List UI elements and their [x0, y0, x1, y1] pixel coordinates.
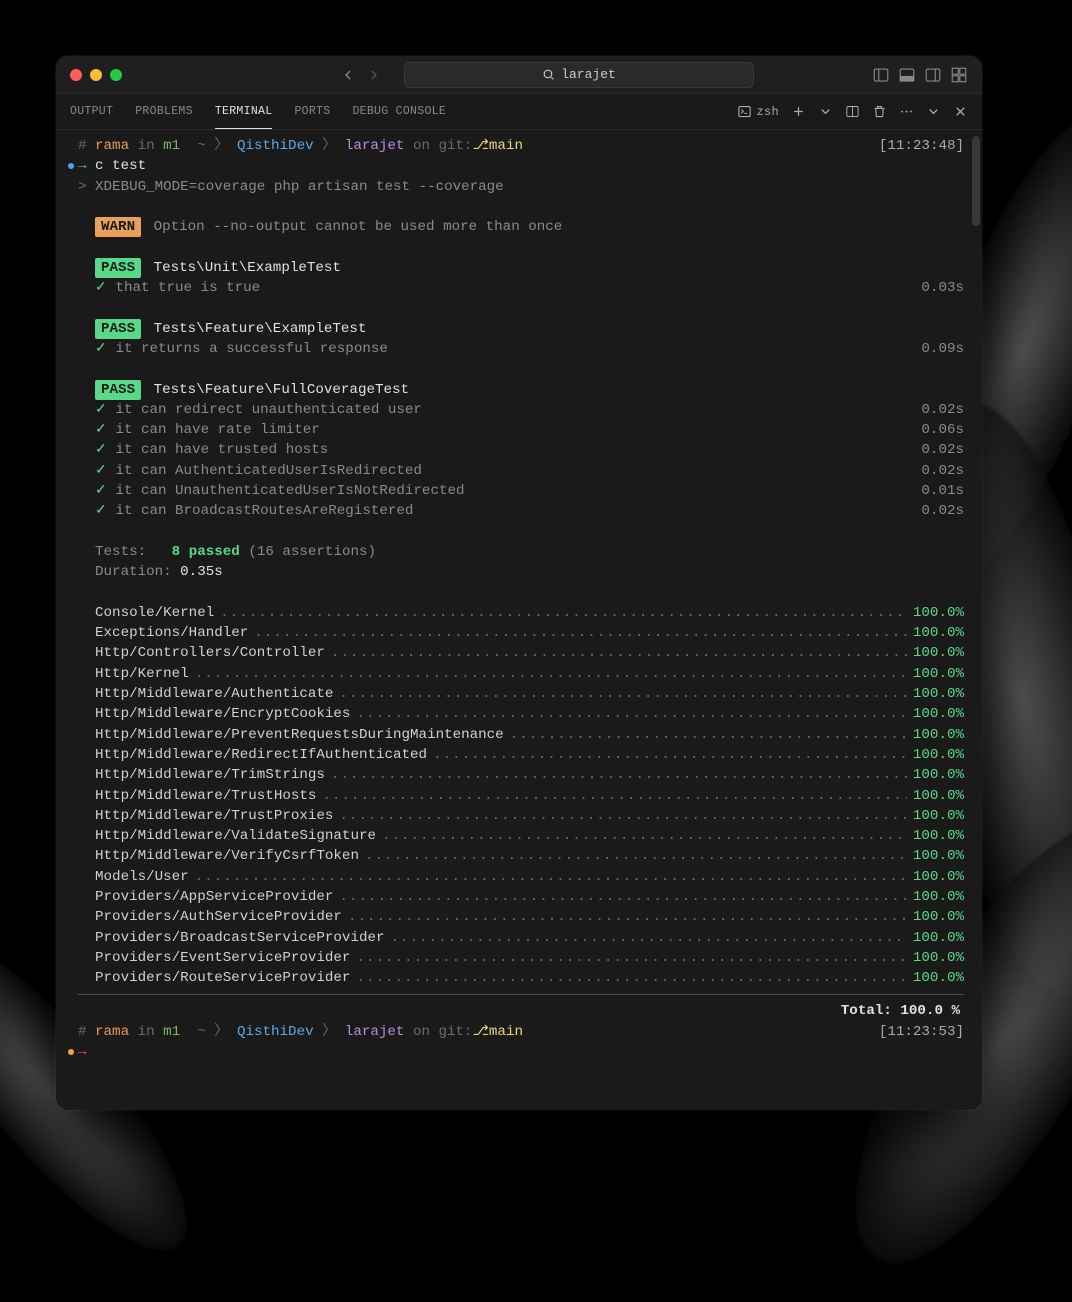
suite-header: PASS Tests\Feature\ExampleTest [64, 319, 964, 339]
suite-header: PASS Tests\Feature\FullCoverageTest [64, 380, 964, 400]
pass-badge: PASS [95, 319, 141, 339]
forward-icon[interactable] [366, 67, 382, 83]
check-icon: ✓ [95, 400, 107, 420]
tab-ports[interactable]: PORTS [294, 95, 330, 128]
tab-debug-console[interactable]: DEBUG CONSOLE [352, 95, 446, 128]
test-result-line: ✓ it can AuthenticatedUserIsRedirected0.… [64, 461, 964, 481]
back-icon[interactable] [340, 67, 356, 83]
pass-badge: PASS [95, 380, 141, 400]
panel-right-icon[interactable] [924, 66, 942, 84]
coverage-row: Http/Middleware/Authenticate ...........… [64, 684, 964, 704]
coverage-row: Http/Controllers/Controller ............… [64, 643, 964, 663]
test-result-line: ✓ it can have rate limiter0.06s [64, 420, 964, 440]
test-result-line: ✓ it can UnauthenticatedUserIsNotRedirec… [64, 481, 964, 501]
new-terminal-icon[interactable] [791, 104, 806, 119]
summary-tests: Tests: 8 passed (16 assertions) [64, 542, 964, 562]
coverage-row: Providers/RouteServiceProvider .........… [64, 968, 964, 988]
coverage-row: Http/Middleware/ValidateSignature ......… [64, 826, 964, 846]
summary-duration: Duration: 0.35s [64, 562, 964, 582]
titlebar: larajet [56, 56, 982, 94]
nav-arrows [340, 67, 382, 83]
coverage-row: Http/Middleware/VerifyCsrfToken ........… [64, 846, 964, 866]
suite-header: PASS Tests\Unit\ExampleTest [64, 258, 964, 278]
coverage-row: Providers/EventServiceProvider .........… [64, 948, 964, 968]
command-center-search[interactable]: larajet [404, 62, 754, 88]
test-result-line: ✓ it can BroadcastRoutesAreRegistered0.0… [64, 501, 964, 521]
chevron-down-icon[interactable] [926, 104, 941, 119]
coverage-row: Http/Middleware/RedirectIfAuthenticated … [64, 745, 964, 765]
test-result-line: ✓ it can redirect unauthenticated user0.… [64, 400, 964, 420]
timestamp: [11:23:48] [879, 136, 964, 156]
test-result-line: ✓ that true is true0.03s [64, 278, 964, 298]
command-line: → c test [64, 156, 964, 176]
timestamp: [11:23:53] [879, 1022, 964, 1042]
check-icon: ✓ [95, 420, 107, 440]
status-bullet-icon [68, 163, 74, 169]
test-result-line: ✓ it can have trusted hosts0.02s [64, 440, 964, 460]
check-icon: ✓ [95, 440, 107, 460]
close-icon[interactable] [953, 104, 968, 119]
coverage-row: Models/User ............................… [64, 867, 964, 887]
check-icon: ✓ [95, 481, 107, 501]
minimize-window-button[interactable] [90, 69, 102, 81]
expanded-command-line: > XDEBUG_MODE=coverage php artisan test … [64, 177, 964, 197]
coverage-row: Http/Middleware/TrimStrings ............… [64, 765, 964, 785]
check-icon: ✓ [95, 278, 107, 298]
pass-badge: PASS [95, 258, 141, 278]
check-icon: ✓ [95, 339, 107, 359]
shell-indicator[interactable]: zsh [737, 104, 779, 119]
maximize-window-button[interactable] [110, 69, 122, 81]
search-text: larajet [561, 67, 616, 82]
check-icon: ✓ [95, 501, 107, 521]
test-result-line: ✓ it returns a successful response0.09s [64, 339, 964, 359]
coverage-row: Providers/AppServiceProvider ...........… [64, 887, 964, 907]
coverage-total: Total: 100.0 % [64, 1001, 964, 1021]
chevron-down-icon[interactable] [818, 104, 833, 119]
customize-layout-icon[interactable] [950, 66, 968, 84]
tab-problems[interactable]: PROBLEMS [135, 95, 193, 128]
warn-badge: WARN [95, 217, 141, 237]
coverage-row: Http/Middleware/TrustProxies ...........… [64, 806, 964, 826]
editor-window: larajet OUTPUT PROBLEMS TERMINAL PORTS D… [56, 56, 982, 1110]
panel-tab-bar: OUTPUT PROBLEMS TERMINAL PORTS DEBUG CON… [56, 94, 982, 130]
divider [78, 994, 964, 995]
prompt-line: # rama in m1 ~ 〉 QisthiDev 〉 larajet on … [64, 136, 964, 156]
close-window-button[interactable] [70, 69, 82, 81]
tab-output[interactable]: OUTPUT [70, 95, 113, 128]
terminal-icon [737, 104, 752, 119]
coverage-row: Providers/BroadcastServiceProvider .....… [64, 928, 964, 948]
coverage-row: Http/Middleware/EncryptCookies .........… [64, 704, 964, 724]
coverage-row: Console/Kernel .........................… [64, 603, 964, 623]
coverage-row: Http/Middleware/TrustHosts .............… [64, 786, 964, 806]
coverage-row: Http/Kernel ............................… [64, 664, 964, 684]
panel-left-icon[interactable] [872, 66, 890, 84]
split-terminal-icon[interactable] [845, 104, 860, 119]
layout-controls [872, 66, 968, 84]
scrollbar[interactable] [972, 136, 980, 226]
tab-terminal[interactable]: TERMINAL [215, 95, 273, 129]
prompt-input-line[interactable]: → [64, 1042, 964, 1062]
coverage-row: Exceptions/Handler .....................… [64, 623, 964, 643]
trash-icon[interactable] [872, 104, 887, 119]
traffic-lights [70, 69, 122, 81]
prompt-line: # rama in m1 ~ 〉 QisthiDev 〉 larajet on … [64, 1022, 964, 1042]
status-bullet-icon [68, 1049, 74, 1055]
search-icon [542, 68, 555, 81]
panel-bottom-icon[interactable] [898, 66, 916, 84]
warn-line: WARN Option --no-output cannot be used m… [64, 217, 964, 237]
shell-name: zsh [756, 105, 779, 119]
check-icon: ✓ [95, 461, 107, 481]
more-icon[interactable] [899, 104, 914, 119]
terminal-output[interactable]: # rama in m1 ~ 〉 QisthiDev 〉 larajet on … [56, 130, 982, 1110]
coverage-row: Http/Middleware/PreventRequestsDuringMai… [64, 725, 964, 745]
coverage-row: Providers/AuthServiceProvider ..........… [64, 907, 964, 927]
